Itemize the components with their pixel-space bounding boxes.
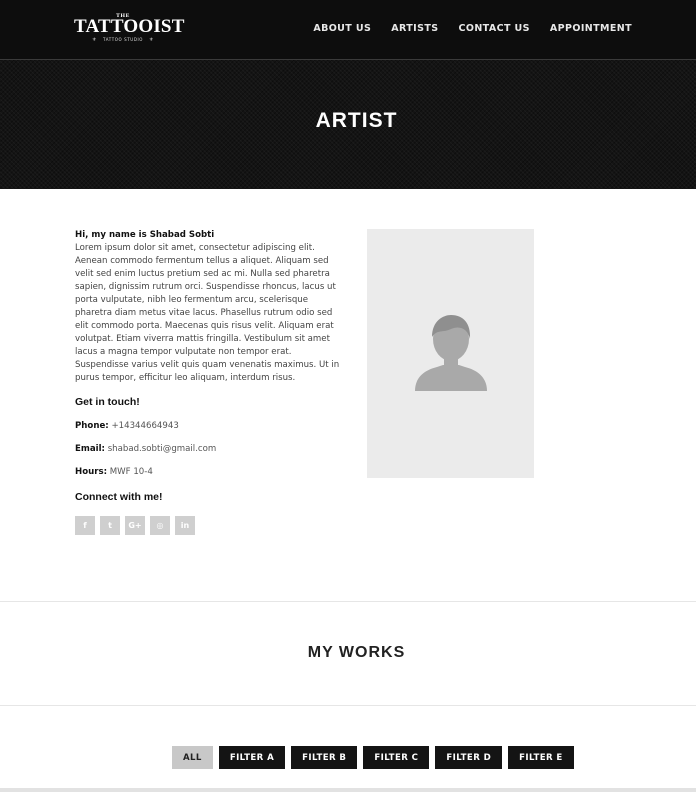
- hours-label: Hours:: [75, 467, 108, 477]
- filter-all[interactable]: ALL: [172, 746, 213, 769]
- works-title: MY WORKS: [307, 644, 406, 661]
- logo-ornament-icon: ⚜: [149, 37, 154, 43]
- main-nav: ABOUT US ARTISTS CONTACT US APPOINTMENT: [313, 23, 632, 34]
- hours-value: MWF 10-4: [109, 467, 153, 477]
- email-line: Email: shabad.sobti@gmail.com: [75, 444, 216, 454]
- social-heading: Connect with me!: [75, 491, 163, 503]
- nav-contact-us[interactable]: CONTACT US: [458, 23, 529, 34]
- filter-e[interactable]: FILTER E: [508, 746, 574, 769]
- section-divider: [0, 601, 696, 602]
- artist-bio: Hi, my name is Shabad Sobti Lorem ipsum …: [75, 229, 347, 385]
- works-filters: ALL FILTER A FILTER B FILTER C FILTER D …: [172, 746, 574, 769]
- logo-sub-text: TATTOO STUDIO: [102, 37, 144, 42]
- section-divider: [0, 705, 696, 706]
- phone-line: Phone: +14344664943: [75, 421, 179, 431]
- filter-c[interactable]: FILTER C: [363, 746, 430, 769]
- site-logo[interactable]: THE TATTOOIST ⚜ TATTOO STUDIO ⚜: [74, 13, 185, 45]
- linkedin-icon[interactable]: in: [175, 516, 195, 535]
- filter-b[interactable]: FILTER B: [291, 746, 358, 769]
- bio-text: Lorem ipsum dolor sit amet, consectetur …: [75, 243, 340, 383]
- nav-about-us[interactable]: ABOUT US: [313, 23, 371, 34]
- social-links: f t G+ ◎ in: [75, 516, 195, 535]
- phone-label: Phone:: [75, 421, 109, 431]
- email-value[interactable]: shabad.sobti@gmail.com: [108, 444, 217, 454]
- instagram-icon[interactable]: ◎: [150, 516, 170, 535]
- avatar-icon: [415, 315, 487, 391]
- filter-d[interactable]: FILTER D: [435, 746, 503, 769]
- artist-photo-placeholder: [367, 229, 534, 478]
- bio-intro: Hi, my name is Shabad Sobti: [75, 230, 215, 240]
- contact-heading: Get in touch!: [75, 396, 140, 408]
- gallery-top-edge: [0, 788, 696, 792]
- logo-main-text: TATTOOIST: [74, 16, 185, 37]
- email-label: Email:: [75, 444, 105, 454]
- filter-a[interactable]: FILTER A: [218, 746, 286, 769]
- phone-value[interactable]: +14344664943: [111, 421, 178, 431]
- hero-banner: THE TATTOOIST ⚜ TATTOO STUDIO ⚜ ABOUT US…: [0, 0, 696, 189]
- twitter-icon[interactable]: t: [100, 516, 120, 535]
- nav-artists[interactable]: ARTISTS: [391, 23, 438, 34]
- google-plus-icon[interactable]: G+: [125, 516, 145, 535]
- page-title: ARTIST: [315, 109, 398, 132]
- nav-appointment[interactable]: APPOINTMENT: [550, 23, 632, 34]
- facebook-icon[interactable]: f: [75, 516, 95, 535]
- hours-line: Hours: MWF 10-4: [75, 467, 153, 477]
- top-navbar: THE TATTOOIST ⚜ TATTOO STUDIO ⚜ ABOUT US…: [0, 0, 696, 60]
